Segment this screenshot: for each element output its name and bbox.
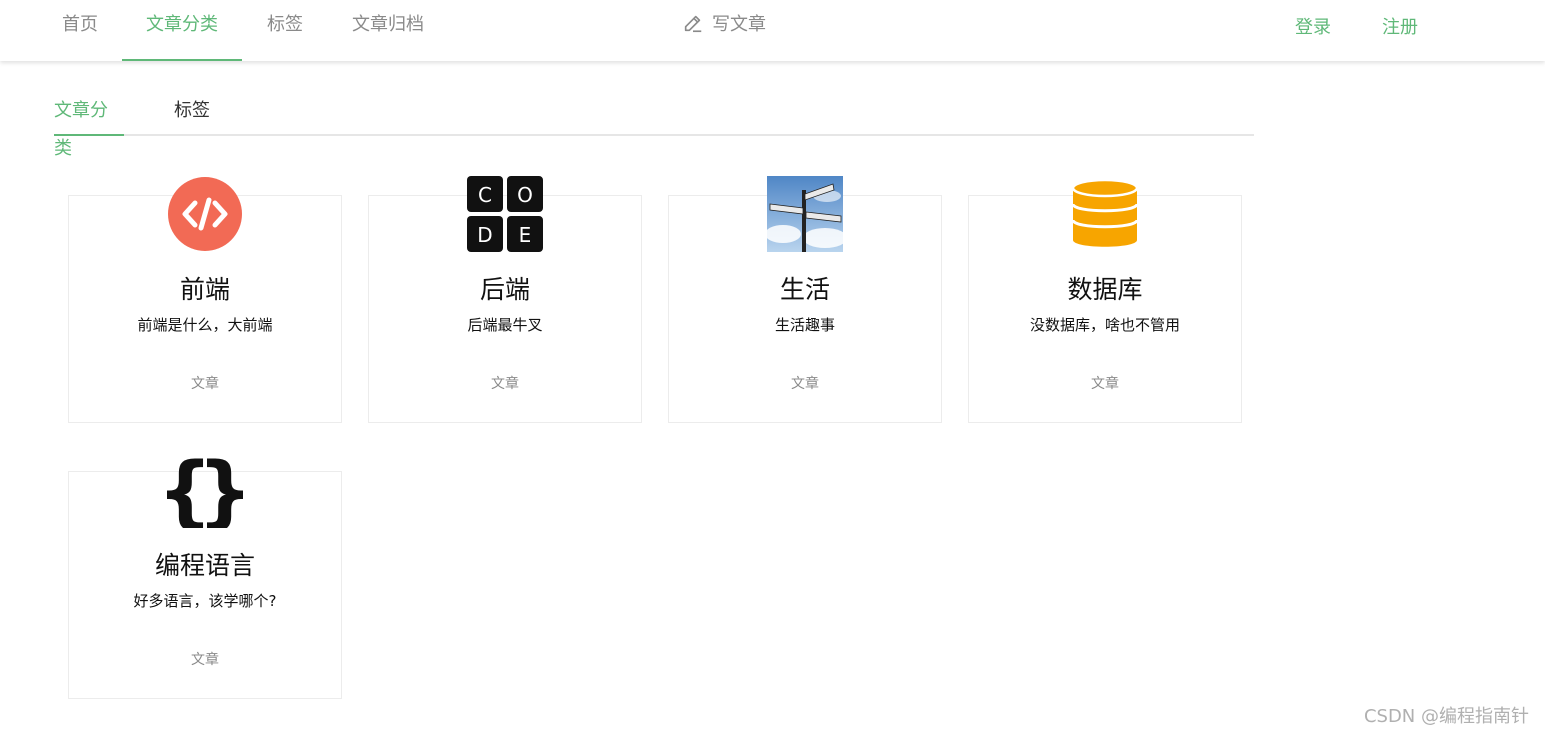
tab-category[interactable]: 文章分类: [54, 92, 124, 159]
write-article-label: 写文章: [712, 14, 766, 35]
svg-text:C: C: [478, 183, 492, 207]
code-blocks-icon: C O D E: [467, 176, 543, 252]
svg-text:E: E: [519, 223, 532, 247]
category-card-frontend[interactable]: 前端 前端是什么，大前端 文章: [68, 177, 342, 423]
nav-category[interactable]: 文章分类: [122, 0, 242, 61]
category-card-backend[interactable]: C O D E 后端 后端最牛叉 文章: [368, 176, 642, 423]
watermark: CSDN @编程指南针: [1363, 706, 1529, 727]
card-title: 生活: [779, 275, 830, 304]
pencil-icon: [684, 15, 702, 33]
category-card-life[interactable]: 生活 生活趣事 文章: [668, 176, 942, 423]
card-meta: 文章: [191, 376, 219, 392]
svg-text:O: O: [517, 183, 533, 207]
nav-home[interactable]: 首页: [62, 0, 98, 61]
card-description: 好多语言，该学哪个?: [133, 592, 277, 610]
category-card-database[interactable]: 数据库 没数据库，啥也不管用 文章: [968, 178, 1242, 423]
card-meta: 文章: [191, 652, 219, 668]
category-card-programming-language[interactable]: { } 编程语言 好多语言，该学哪个? 文章: [68, 452, 342, 699]
card-title: 编程语言: [154, 551, 255, 580]
card-title: 前端: [179, 275, 230, 304]
card-title: 数据库: [1067, 275, 1143, 304]
card-meta: 文章: [791, 376, 819, 392]
card-title: 后端: [479, 275, 530, 304]
card-description: 前端是什么，大前端: [137, 316, 273, 334]
card-description: 后端最牛叉: [467, 316, 543, 334]
nav-tags[interactable]: 标签: [267, 0, 303, 61]
code-brackets-icon: [168, 177, 242, 251]
signpost-photo-icon: [767, 176, 843, 252]
top-navbar: 首页 文章分类 标签 文章归档 写文章 登录 注册: [0, 0, 1545, 61]
content-tabs: 文章分类 标签: [54, 92, 1254, 159]
nav-archive[interactable]: 文章归档: [352, 0, 424, 61]
database-icon: [1071, 178, 1139, 247]
tab-tags[interactable]: 标签: [174, 92, 210, 136]
svg-text:D: D: [477, 223, 492, 247]
curly-braces-icon: { }: [167, 452, 243, 528]
card-meta: 文章: [1091, 376, 1119, 392]
svg-text:}: }: [197, 452, 243, 528]
card-description: 生活趣事: [774, 316, 835, 334]
card-meta: 文章: [491, 376, 519, 392]
register-link[interactable]: 注册: [1382, 0, 1418, 56]
card-description: 没数据库，啥也不管用: [1029, 316, 1180, 334]
write-article-button[interactable]: 写文章: [682, 0, 766, 50]
login-link[interactable]: 登录: [1295, 0, 1331, 56]
